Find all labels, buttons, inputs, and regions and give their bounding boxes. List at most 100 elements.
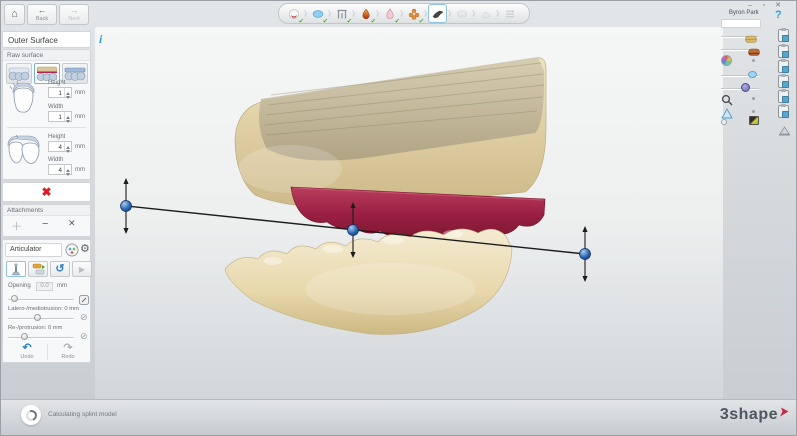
step-output[interactable] xyxy=(500,4,519,23)
gauge-icon[interactable] xyxy=(65,243,79,262)
play-articulation-button[interactable]: ▶ xyxy=(72,261,92,277)
raw-surface-thumb-3[interactable] xyxy=(62,63,88,84)
home-icon: ⌂ xyxy=(5,5,24,24)
check-icon: ✔ xyxy=(347,17,352,25)
clipboard-icon-2[interactable] xyxy=(778,45,789,58)
height-spinner-1[interactable]: 1 xyxy=(48,87,72,98)
disable-latero-icon[interactable]: ⊘ xyxy=(80,313,88,322)
latero-slider-track[interactable] xyxy=(8,318,74,320)
next-button[interactable]: → Next xyxy=(59,4,89,25)
width-spinner-1[interactable]: 1 xyxy=(48,111,72,122)
color-mode-dot[interactable] xyxy=(752,59,755,62)
cursor-dot[interactable] xyxy=(752,110,755,113)
opening-value-box[interactable]: 0.0 xyxy=(36,282,53,291)
reset-articulation-button[interactable]: ↺ xyxy=(50,261,70,277)
patient-name: Byron Park xyxy=(729,10,759,16)
redo-label: Redo xyxy=(49,354,87,360)
disable-protrusion-icon[interactable]: ⊘ xyxy=(80,332,88,341)
step-wax-drop[interactable]: ✔ xyxy=(356,4,375,23)
step-insertion-direction[interactable]: ✔ xyxy=(332,4,351,23)
step-model[interactable]: ✔ xyxy=(308,4,327,23)
opening-slider-thumb[interactable] xyxy=(11,295,18,302)
workflow-toolbar: ✔ ❯ ✔ ❯ ✔ ❯ ✔ ❯ ✔ ❯ xyxy=(278,3,530,24)
gear-icon[interactable]: ⚙ xyxy=(80,242,90,255)
height-value-2: 4 xyxy=(49,142,64,151)
clipboard-icon-5[interactable] xyxy=(778,90,789,103)
check-icon: ✔ xyxy=(299,17,304,25)
spinner-arrows[interactable] xyxy=(64,112,71,121)
circle-toggle-icon[interactable] xyxy=(721,119,727,125)
spinner-arrows[interactable] xyxy=(64,165,71,174)
3d-viewport[interactable] xyxy=(95,27,723,401)
next-arrow-icon: → xyxy=(60,5,88,16)
reset-icon: ↺ xyxy=(55,264,64,275)
protrusion-slider-track[interactable] xyxy=(8,337,74,339)
width-label-2: Width xyxy=(48,157,63,163)
articulator-section: Articulator ⚙ ↺ ▶ xyxy=(2,239,91,363)
help-icon[interactable]: ? xyxy=(775,9,782,21)
teeth-row-splint-icon xyxy=(36,66,58,81)
spinner-arrows[interactable] xyxy=(64,88,71,97)
width-unit-1: mm xyxy=(75,114,85,120)
info-icon[interactable]: i xyxy=(99,32,102,47)
divider xyxy=(47,344,48,360)
molar-offset-icon xyxy=(6,134,42,171)
play-icon: ▶ xyxy=(79,265,85,274)
back-button[interactable]: ← Back xyxy=(27,4,57,25)
teeth-row-icon xyxy=(8,66,30,81)
step-scan[interactable]: ✔ xyxy=(284,4,303,23)
check-icon: ✔ xyxy=(419,17,424,25)
add-attachment-icon[interactable]: ＋ xyxy=(11,218,22,234)
latero-slider-thumb[interactable] xyxy=(34,314,41,321)
magnifier-dot[interactable] xyxy=(752,97,755,100)
clipboard-icon-4[interactable] xyxy=(778,75,789,88)
delete-x-icon: ✖ xyxy=(41,186,51,198)
output-icon xyxy=(504,8,516,20)
clipboard-icon-1[interactable] xyxy=(778,29,789,42)
step-gingiva[interactable]: ✔ xyxy=(380,4,399,23)
clip-plane-track[interactable] xyxy=(721,88,759,90)
clipboard-icon-3[interactable] xyxy=(778,60,789,73)
clip-plane-thumb[interactable] xyxy=(741,83,750,92)
panel-title-text: Outer Surface xyxy=(3,32,90,45)
snapshot-icon[interactable] xyxy=(778,123,791,141)
color-wheel-icon[interactable] xyxy=(721,55,732,66)
tooth-icon xyxy=(456,8,468,20)
spinner-arrows[interactable] xyxy=(64,142,71,151)
redo-button[interactable]: ↷ Redo xyxy=(49,342,87,364)
undo-button[interactable]: ↶ Undo xyxy=(8,342,46,364)
splint-icon xyxy=(432,8,444,20)
height-unit-1: mm xyxy=(75,90,85,96)
occlusion-motion-icon xyxy=(32,263,45,275)
remove-attachment-icon[interactable]: − xyxy=(42,218,48,230)
occlusion-motion-button[interactable] xyxy=(28,261,48,277)
colormap-icon[interactable] xyxy=(749,116,759,125)
step-tooth[interactable] xyxy=(452,4,471,23)
clipboard-icon-6[interactable] xyxy=(778,105,789,118)
protrusion-label: Re-/protrusion: 0 mm xyxy=(8,325,62,331)
home-button[interactable]: ⌂ xyxy=(4,4,25,25)
width-unit-2: mm xyxy=(75,167,85,173)
teeth-row-plate-icon xyxy=(64,66,86,81)
right-panel: – ▫ ✕ Byron Park ? xyxy=(719,1,796,143)
width-spinner-2[interactable]: 4 xyxy=(48,164,72,175)
articulator-pin-button[interactable] xyxy=(6,261,26,277)
maximize-button[interactable]: ▫ xyxy=(758,2,770,11)
step-connector[interactable]: ✔ xyxy=(404,4,423,23)
delete-button[interactable]: ✖ xyxy=(2,182,91,202)
latero-label: Latero-/mediotrusion: 0 mm xyxy=(8,306,79,312)
adjust-icon[interactable] xyxy=(79,292,89,310)
step-splint-active[interactable] xyxy=(428,4,447,23)
articulator-title: Articulator xyxy=(5,243,62,257)
status-message: Calculating splint model xyxy=(48,411,117,418)
next-label: Next xyxy=(60,16,88,22)
transparency-thumb[interactable] xyxy=(748,71,757,78)
step-plate[interactable] xyxy=(476,4,495,23)
protrusion-slider-thumb[interactable] xyxy=(21,333,28,340)
occlusal-handle-left xyxy=(121,178,132,234)
patient-name-box[interactable] xyxy=(721,19,761,28)
height-spinner-2[interactable]: 4 xyxy=(48,141,72,152)
clear-attachments-icon[interactable]: ✕ xyxy=(68,218,76,229)
height-label-1: Height xyxy=(48,80,65,86)
back-arrow-icon: ← xyxy=(28,5,56,16)
